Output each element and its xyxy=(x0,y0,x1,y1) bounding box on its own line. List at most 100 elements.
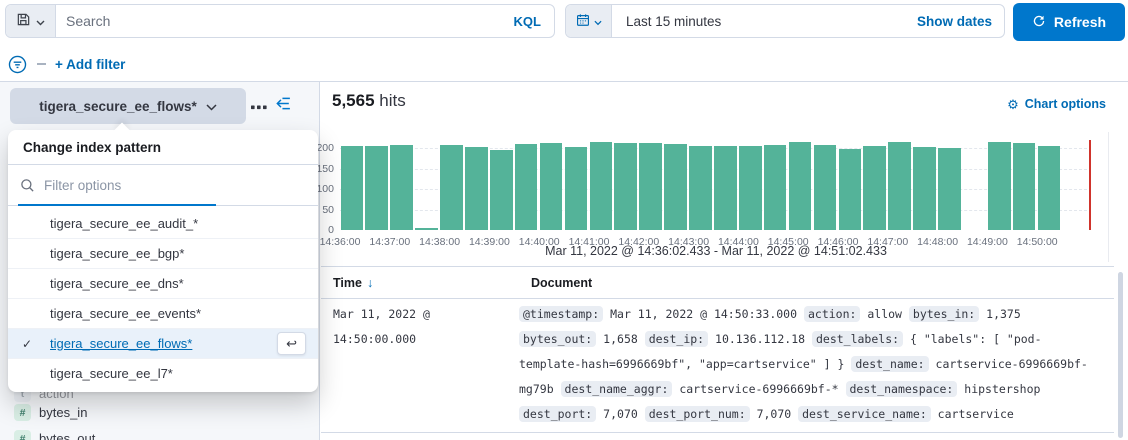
histogram-bar[interactable] xyxy=(1013,143,1036,230)
histogram-bar[interactable] xyxy=(938,148,961,230)
histogram-bar[interactable] xyxy=(739,146,762,230)
histogram-bar[interactable] xyxy=(590,142,613,230)
field-name: bytes_out xyxy=(39,431,95,440)
field-name-pill: dest_name: xyxy=(851,356,928,372)
chevron-down-icon xyxy=(206,99,217,114)
number-field-icon: # xyxy=(14,430,31,440)
show-dates-button[interactable]: Show dates xyxy=(917,14,992,29)
histogram-bar[interactable] xyxy=(839,149,862,230)
index-pattern-option-label: tigera_secure_ee_events* xyxy=(50,306,201,321)
chevron-down-icon xyxy=(594,14,602,29)
histogram-bar[interactable] xyxy=(888,142,911,230)
histogram-bar[interactable] xyxy=(440,145,463,230)
collapse-sidebar-icon[interactable] xyxy=(275,95,292,115)
sidebar-field-bytes_in[interactable]: #bytes_in xyxy=(14,404,87,421)
histogram-bar[interactable] xyxy=(639,143,662,230)
sidebar-field-bytes_out[interactable]: # bytes_out xyxy=(14,430,95,440)
add-filter-button[interactable]: + Add filter xyxy=(55,57,125,72)
field-name-pill: dest_name_aggr: xyxy=(561,381,673,397)
histogram-bar[interactable] xyxy=(540,143,563,230)
histogram-bar[interactable] xyxy=(789,142,812,230)
histogram-bar[interactable] xyxy=(689,146,712,230)
refresh-icon xyxy=(1032,14,1046,31)
filter-icon[interactable] xyxy=(8,55,27,74)
index-pattern-option[interactable]: tigera_secure_ee_bgp* xyxy=(8,238,318,268)
index-pattern-option-label: tigera_secure_ee_dns* xyxy=(50,276,184,291)
table-row[interactable]: Mar 11, 2022 @ 14:50:00.000@timestamp: M… xyxy=(321,298,1114,433)
field-name-pill: dest_labels: xyxy=(812,331,903,347)
histogram-bar[interactable] xyxy=(988,142,1011,230)
discover-page: KQL Last 15 minutes Show dates xyxy=(0,0,1128,440)
field-name-pill: dest_service_name: xyxy=(798,406,931,422)
histogram-bar[interactable] xyxy=(390,145,413,230)
index-pattern-option[interactable]: tigera_secure_ee_dns* xyxy=(8,268,318,298)
chart-time-range: Mar 11, 2022 @ 14:36:02.433 - Mar 11, 20… xyxy=(321,244,1111,258)
filter-bar: + Add filter xyxy=(0,48,1128,80)
index-pattern-option[interactable]: tigera_secure_ee_l7* xyxy=(8,358,318,388)
y-axis-tick-label: 200 xyxy=(316,142,334,154)
time-range-label[interactable]: Last 15 minutes xyxy=(626,14,721,29)
time-cell: Mar 11, 2022 @ 14:50:00.000 xyxy=(321,302,519,427)
gear-icon: ⚙ xyxy=(1007,98,1019,111)
field-name-pill: bytes_out: xyxy=(519,331,596,347)
field-name-pill: bytes_in: xyxy=(909,306,979,322)
search-input[interactable] xyxy=(56,13,501,29)
field-name-pill: dest_ip: xyxy=(645,331,708,347)
histogram-bar[interactable] xyxy=(341,146,364,230)
index-pattern-label: tigera_secure_ee_flows* xyxy=(39,99,197,114)
save-icon xyxy=(16,12,31,30)
saved-query-menu-button[interactable] xyxy=(6,5,56,37)
boxes-horizontal-icon[interactable] xyxy=(251,98,267,113)
sort-descending-icon: ↓ xyxy=(367,276,373,290)
document-cell: @timestamp: Mar 11, 2022 @ 14:50:33.000 … xyxy=(519,302,1097,427)
index-pattern-option-label: tigera_secure_ee_flows* xyxy=(50,336,192,351)
input-focus-underline xyxy=(18,204,216,206)
histogram-bar[interactable] xyxy=(1038,146,1061,230)
chart-options-button[interactable]: ⚙ Chart options xyxy=(1007,97,1106,111)
histogram-bar[interactable] xyxy=(565,147,588,230)
histogram-bar[interactable] xyxy=(490,150,513,230)
filter-options-input[interactable] xyxy=(44,178,306,193)
search-bar: KQL xyxy=(5,4,555,38)
histogram-bar[interactable] xyxy=(664,144,687,230)
index-pattern-option-label: tigera_secure_ee_audit_* xyxy=(50,216,198,231)
calendar-menu-button[interactable] xyxy=(566,5,612,37)
document-table: Mar 11, 2022 @ 14:50:00.000@timestamp: M… xyxy=(321,298,1114,440)
index-pattern-button[interactable]: tigera_secure_ee_flows* xyxy=(10,88,246,124)
field-name: bytes_in xyxy=(39,405,87,420)
index-pattern-popover: Change index pattern tigera_secure_ee_au… xyxy=(8,130,318,392)
index-pattern-option[interactable]: ✓ tigera_secure_ee_flows* ↩ xyxy=(8,328,318,358)
table-header: Time ↓ Document xyxy=(321,266,1114,299)
vertical-scrollbar[interactable] xyxy=(1118,272,1123,438)
field-name-pill: dest_namespace: xyxy=(846,381,958,397)
column-header-document: Document xyxy=(531,276,592,290)
return-key-icon: ↩ xyxy=(277,332,306,355)
histogram-bar[interactable] xyxy=(764,145,787,230)
field-name-pill: @timestamp: xyxy=(519,306,603,322)
top-bar: KQL Last 15 minutes Show dates xyxy=(0,0,1128,46)
filter-bar-dash xyxy=(37,63,46,65)
refresh-button[interactable]: Refresh xyxy=(1013,3,1125,41)
histogram-bar[interactable] xyxy=(714,146,737,230)
histogram-bar[interactable] xyxy=(814,145,837,230)
index-pattern-option[interactable]: tigera_secure_ee_events* xyxy=(8,298,318,328)
check-icon: ✓ xyxy=(22,337,44,351)
popover-title: Change index pattern xyxy=(8,130,318,165)
table-row[interactable]: @timestamp: action: bytes_in: xyxy=(321,433,1114,440)
histogram-bar[interactable] xyxy=(365,146,388,230)
field-name-pill: action: xyxy=(804,306,860,322)
histogram-bar[interactable] xyxy=(863,146,886,230)
hits-count: 5,565 hits xyxy=(332,91,406,111)
histogram-bar[interactable] xyxy=(913,147,936,230)
current-time-marker xyxy=(1089,140,1091,230)
kql-badge[interactable]: KQL xyxy=(501,14,554,29)
histogram-bar[interactable] xyxy=(614,143,637,230)
index-pattern-option[interactable]: tigera_secure_ee_audit_* xyxy=(8,208,318,238)
histogram-bar[interactable] xyxy=(465,147,488,230)
histogram-bar[interactable] xyxy=(515,144,538,230)
histogram-chart[interactable]: 05010015020014:36:0014:37:0014:38:0014:3… xyxy=(321,134,1114,246)
column-header-time[interactable]: Time ↓ xyxy=(333,276,373,290)
search-icon xyxy=(20,178,35,193)
index-pattern-option-label: tigera_secure_ee_l7* xyxy=(50,366,173,381)
histogram-bar[interactable] xyxy=(415,228,438,230)
